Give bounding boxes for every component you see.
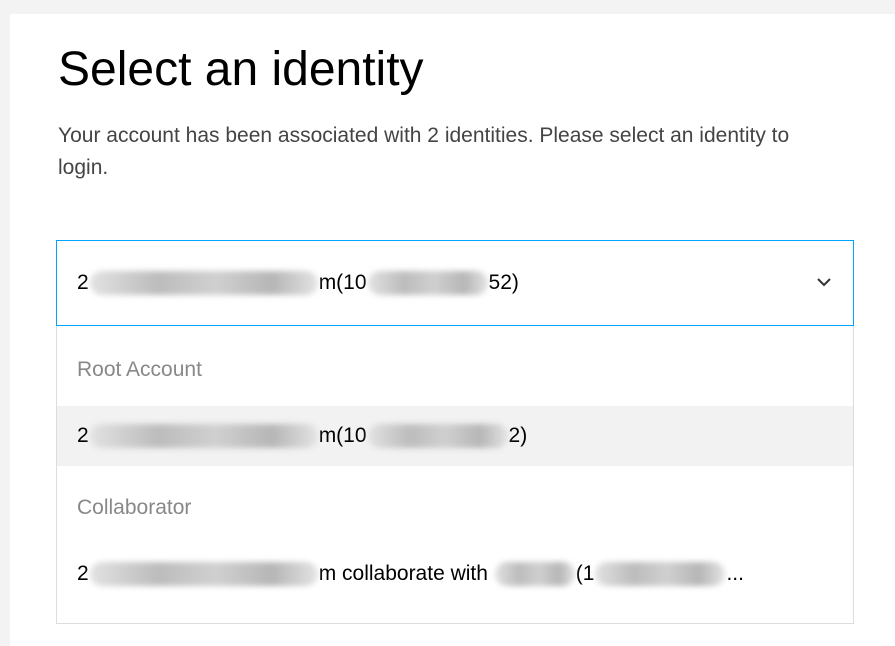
page-description: Your account has been associated with 2 …	[58, 124, 790, 179]
identity-card: Select an identity Your account has been…	[10, 14, 895, 646]
group-label-collaborator: Collaborator	[77, 496, 192, 519]
option-collaborator[interactable]: 2 m collaborate with (1...	[57, 544, 853, 604]
chevron-down-icon[interactable]	[815, 273, 833, 291]
identity-select[interactable]: 2 m(10 52)	[56, 240, 854, 326]
selected-identity-middle: m(10	[318, 271, 367, 294]
redacted-text	[494, 562, 575, 587]
option-text-middle: m(10	[318, 424, 367, 447]
option-text-middle: m collaborate with	[318, 562, 494, 585]
redacted-text	[89, 424, 318, 449]
option-text-ellipsis: ...	[726, 562, 744, 585]
selected-identity: 2 m(10 52)	[77, 241, 519, 325]
option-root-account[interactable]: 2 m(10 2)	[57, 406, 853, 466]
option-text-prefix: 2	[77, 562, 89, 585]
identity-dropdown: Root Account 2 m(10 2) Collaborator 2 m col…	[56, 326, 854, 624]
option-text-middle-2: (1	[575, 562, 595, 585]
redacted-text	[89, 562, 318, 587]
selected-identity-suffix: 52)	[488, 271, 519, 294]
page-title: Select an identity	[58, 43, 424, 96]
redacted-text	[367, 271, 488, 296]
redacted-text	[595, 562, 726, 587]
redacted-text	[89, 271, 318, 296]
option-text-prefix: 2	[77, 424, 89, 447]
redacted-text	[367, 424, 508, 449]
selected-identity-prefix: 2	[77, 271, 89, 294]
option-text-suffix: 2)	[508, 424, 528, 447]
group-label-root-account: Root Account	[77, 358, 202, 381]
